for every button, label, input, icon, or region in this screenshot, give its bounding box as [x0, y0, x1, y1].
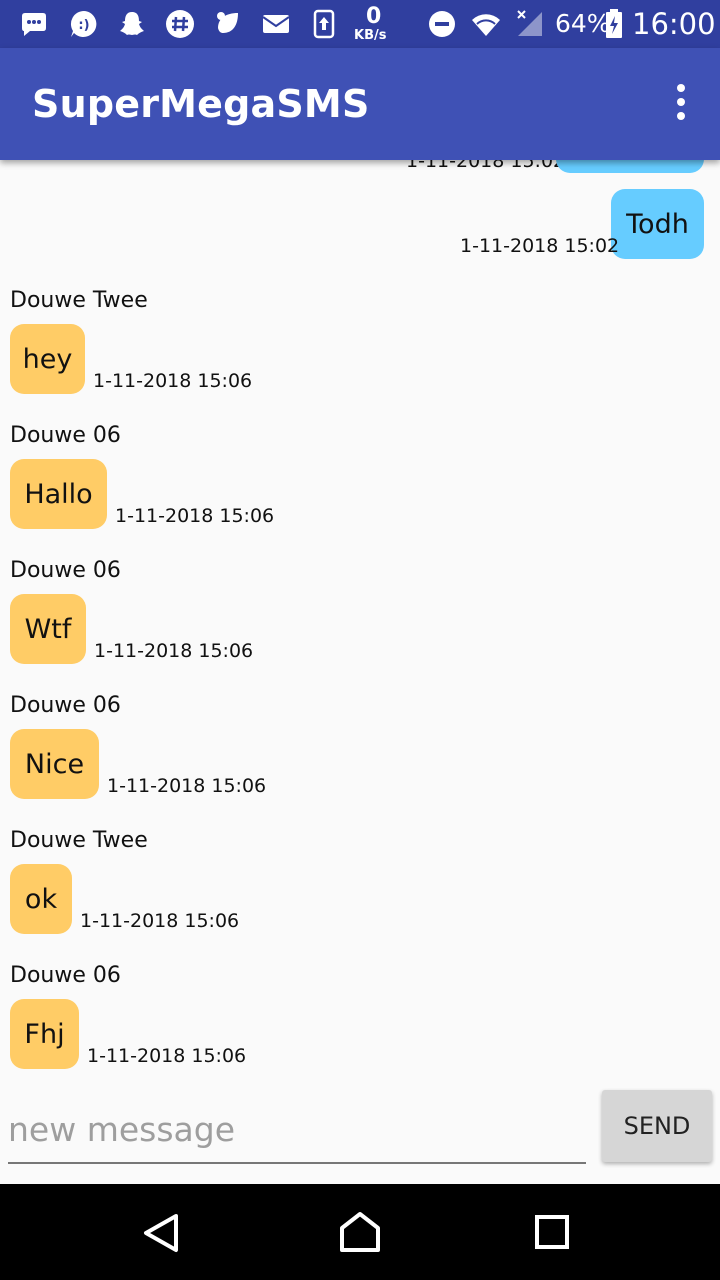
message-text: Todh [626, 208, 689, 240]
chat-icon [22, 13, 46, 36]
home-icon[interactable] [330, 1202, 390, 1262]
message-bubble-incoming[interactable]: hey [10, 324, 85, 394]
message-timestamp: 1-11-2018 15:06 [94, 640, 254, 662]
sender-name: Douwe Twee [10, 288, 148, 313]
status-time: 16:00 [632, 7, 716, 41]
message-text: Fhj [24, 1018, 65, 1050]
net-speed-unit: KB/s [354, 28, 387, 43]
app-bar: SuperMegaSMS [0, 48, 720, 160]
message-text: Wtf [24, 613, 72, 645]
leaf-icon [217, 12, 238, 33]
message-text: ok [24, 883, 58, 915]
mail-icon [262, 15, 290, 33]
battery-charging-icon [606, 9, 622, 38]
message-timestamp: 1-11-2018 15:06 [107, 775, 267, 797]
sender-name: Douwe 06 [10, 693, 121, 718]
sender-name: Douwe 06 [10, 963, 121, 988]
message-bubble-incoming[interactable]: Hallo [10, 459, 107, 529]
message-bubble-incoming[interactable]: ok [10, 864, 72, 934]
dnd-icon [429, 11, 455, 37]
signal-icon [517, 10, 542, 36]
overflow-menu-icon[interactable] [668, 84, 694, 124]
message-bubble-incoming[interactable]: Nice [10, 729, 99, 799]
upload-icon [313, 9, 335, 39]
message-timestamp: 1-11-2018 15:02 [406, 160, 566, 172]
message-timestamp: 1-11-2018 15:06 [80, 910, 240, 932]
smiley-icon: :) [70, 10, 97, 37]
snapchat-icon [120, 12, 144, 35]
message-bubble-incoming[interactable]: Fhj [10, 999, 79, 1069]
sender-name: Douwe 06 [10, 423, 121, 448]
wifi-icon [472, 14, 500, 36]
message-list[interactable]: 1-11-2018 15:02 Todh 1-11-2018 15:02 Dou… [0, 160, 720, 1080]
message-timestamp: 1-11-2018 15:06 [93, 370, 253, 392]
back-icon[interactable] [130, 1202, 190, 1262]
message-text: Nice [24, 748, 85, 780]
message-bubble-outgoing[interactable]: Todh [611, 189, 704, 259]
message-timestamp: 1-11-2018 15:02 [460, 235, 620, 257]
message-timestamp: 1-11-2018 15:06 [87, 1045, 247, 1067]
message-bubble-incoming[interactable]: Wtf [10, 594, 86, 664]
message-bubble-outgoing[interactable] [556, 160, 704, 173]
message-text: Hallo [24, 478, 93, 510]
sender-name: Douwe Twee [10, 828, 148, 853]
status-bar: :) 0 KB/s 64% 16:00 [0, 0, 720, 48]
hashtag-icon [166, 10, 194, 38]
svg-text::): :) [78, 18, 89, 33]
sender-name: Douwe 06 [10, 558, 121, 583]
send-button[interactable]: SEND [602, 1090, 712, 1162]
new-message-input[interactable] [8, 1096, 586, 1164]
message-text: hey [22, 343, 73, 375]
net-speed-value: 0 [366, 4, 382, 29]
navigation-bar [0, 1184, 720, 1280]
app-title: SuperMegaSMS [32, 82, 370, 126]
recents-icon[interactable] [522, 1202, 582, 1262]
message-timestamp: 1-11-2018 15:06 [115, 505, 275, 527]
